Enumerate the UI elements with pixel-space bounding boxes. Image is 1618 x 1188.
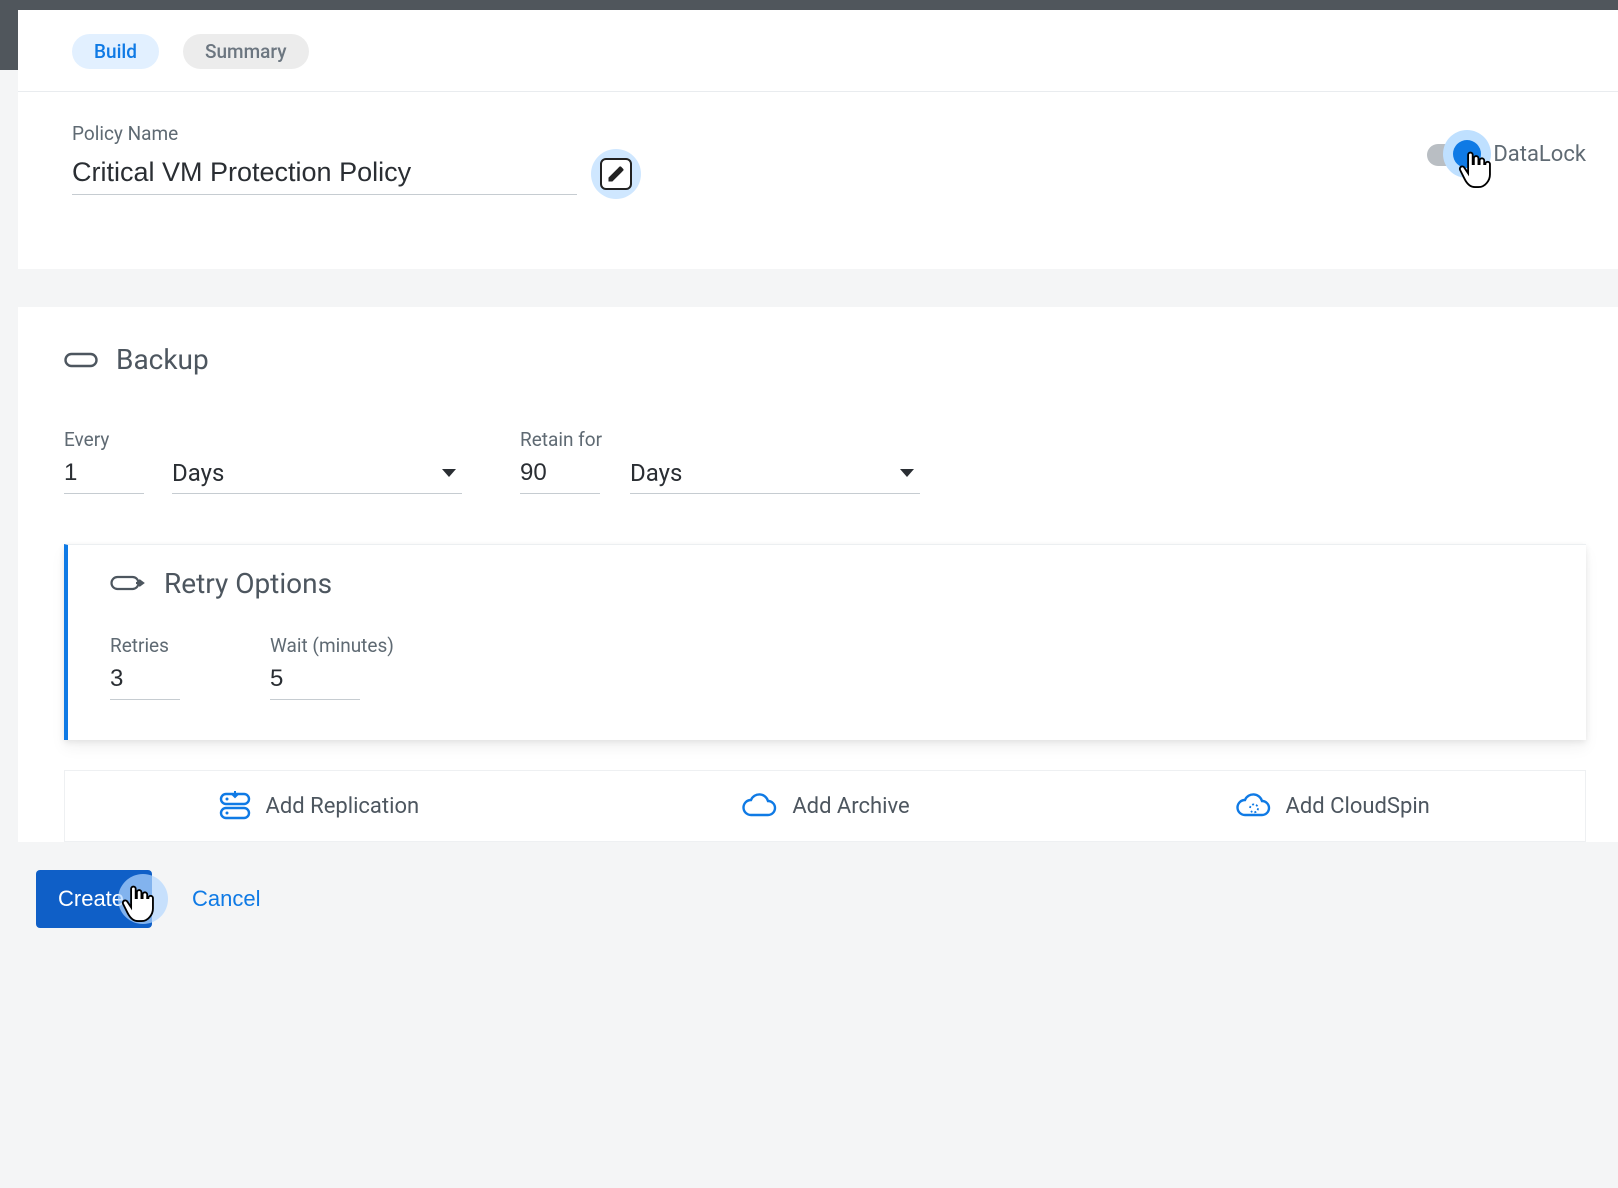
datalock-label: DataLock xyxy=(1493,142,1586,167)
tab-build[interactable]: Build xyxy=(72,34,159,69)
retry-options-card: Retry Options Retries Wait (minutes) xyxy=(64,544,1586,740)
every-label: Every xyxy=(64,428,144,451)
retries-label: Retries xyxy=(110,634,180,657)
retries-input[interactable] xyxy=(110,661,180,700)
replication-icon xyxy=(218,791,252,821)
cloud-icon xyxy=(740,793,778,819)
add-archive-button[interactable]: Add Archive xyxy=(572,791,1079,821)
every-unit-select[interactable]: Days xyxy=(172,455,462,494)
retry-title: Retry Options xyxy=(164,567,332,600)
retry-icon xyxy=(110,573,146,595)
wait-input[interactable] xyxy=(270,661,360,700)
chevron-down-icon xyxy=(442,469,456,477)
edit-name-button[interactable] xyxy=(591,149,641,199)
add-actions-bar: Add Replication Add Archive Add CloudSpi… xyxy=(64,770,1586,842)
cloudspin-icon xyxy=(1234,793,1272,819)
add-replication-button[interactable]: Add Replication xyxy=(65,791,572,821)
datalock-toggle[interactable] xyxy=(1427,144,1481,166)
left-gutter xyxy=(0,0,18,70)
top-bar xyxy=(0,0,1618,10)
chevron-down-icon xyxy=(900,469,914,477)
backup-title: Backup xyxy=(116,343,209,376)
retain-value-input[interactable] xyxy=(520,455,600,494)
policy-name-label: Policy Name xyxy=(72,122,641,145)
every-unit-value: Days xyxy=(172,459,224,487)
tab-bar: Build Summary xyxy=(18,10,1618,92)
add-cloudspin-label: Add CloudSpin xyxy=(1286,794,1430,819)
tab-summary[interactable]: Summary xyxy=(183,34,309,69)
footer-bar: Create Cancel xyxy=(18,842,1618,968)
add-archive-label: Add Archive xyxy=(792,794,909,819)
policy-name-input[interactable] xyxy=(72,153,577,195)
add-cloudspin-button[interactable]: Add CloudSpin xyxy=(1078,791,1585,821)
cancel-button[interactable]: Cancel xyxy=(192,886,260,912)
every-value-input[interactable] xyxy=(64,455,144,494)
wait-label: Wait (minutes) xyxy=(270,634,394,657)
policy-name-section: Policy Name xyxy=(18,92,1618,269)
add-replication-label: Add Replication xyxy=(266,794,420,819)
pencil-icon xyxy=(607,165,625,183)
retain-label: Retain for xyxy=(520,428,602,451)
create-button-label: Create xyxy=(58,886,124,911)
retain-unit-value: Days xyxy=(630,459,682,487)
datalock-row: DataLock xyxy=(1427,142,1586,167)
retain-unit-select[interactable]: Days xyxy=(630,455,920,494)
create-button[interactable]: Create xyxy=(36,870,152,928)
backup-icon xyxy=(64,350,98,370)
backup-section: Backup Every Days Retain for xyxy=(18,307,1618,842)
